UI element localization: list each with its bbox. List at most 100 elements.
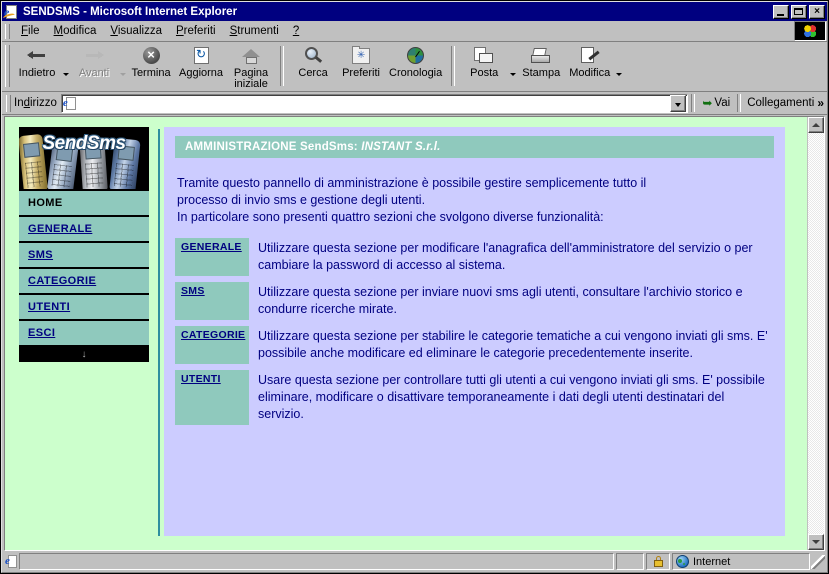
toolbar-button-print[interactable]: Stampa <box>517 43 565 79</box>
toolbar-button-refresh[interactable]: Aggiorna <box>175 43 227 79</box>
links-separator <box>737 94 742 112</box>
address-dropdown-button[interactable] <box>670 94 687 112</box>
browser-window: e SENDSMS - Microsoft Internet Explorer … <box>0 0 829 574</box>
address-bar-drag-grip[interactable] <box>6 94 11 112</box>
section-cell-generale[interactable]: GENERALE <box>175 238 249 276</box>
toolbar-separator <box>451 46 456 86</box>
address-combo[interactable]: e <box>60 93 689 113</box>
title-bar: e SENDSMS - Microsoft Internet Explorer … <box>2 2 827 21</box>
section-link-sms[interactable]: SMS <box>181 285 205 297</box>
section-cell-categorie[interactable]: CATEGORIE <box>175 326 249 364</box>
mail-icon <box>474 47 494 64</box>
history-clock-icon <box>407 47 425 64</box>
section-cell-sms[interactable]: SMS <box>175 282 249 320</box>
vertical-scrollbar[interactable] <box>807 117 824 550</box>
sidebar-item-generale[interactable]: GENERALE <box>19 217 149 243</box>
toolbar-button-favorites-label: Preferiti <box>342 67 380 79</box>
section-description-categorie: Utilizzare questa sezione per stabilire … <box>258 329 768 360</box>
toolbar-button-forward[interactable]: Avanti <box>70 43 118 79</box>
go-button-label: Vai <box>714 97 731 109</box>
address-separator <box>691 94 696 112</box>
address-bar: Indirizzo e ➥ Vai Collegamenti » <box>2 92 827 115</box>
toolbar-button-mail-label: Posta <box>470 67 499 79</box>
sidebar-item-esci-label: ESCI <box>28 327 56 339</box>
page-icon: e <box>63 96 79 111</box>
search-icon <box>304 47 322 65</box>
toolbar-button-search-label: Cerca <box>298 67 328 79</box>
edit-dropdown-arrow-icon[interactable] <box>614 72 623 76</box>
scroll-up-button[interactable] <box>808 117 824 133</box>
maximize-button[interactable] <box>791 4 807 19</box>
stop-icon <box>142 45 160 64</box>
table-row: CATEGORIE Utilizzare questa sezione per … <box>175 326 774 364</box>
section-link-generale[interactable]: GENERALE <box>181 241 242 253</box>
toolbar-button-stop-label: Termina <box>131 67 171 79</box>
toolbar-button-home[interactable]: Pagina iniziale <box>227 43 275 90</box>
sidebar-item-utenti[interactable]: UTENTI <box>19 295 149 321</box>
menu-item-strumenti[interactable]: Strumenti <box>223 23 286 39</box>
intro-line-1: Tramite questo pannello di amministrazio… <box>177 176 647 190</box>
section-link-categorie[interactable]: CATEGORIE <box>181 329 245 341</box>
menu-item-modifica[interactable]: Modifica <box>47 23 104 39</box>
forward-dropdown-arrow-icon[interactable] <box>118 72 127 76</box>
menu-drag-grip[interactable] <box>5 23 10 39</box>
menu-item-visualizza[interactable]: Visualizza <box>103 23 169 39</box>
page-title: AMMINISTRAZIONE SendSms: INSTANT S.r.l. <box>175 136 774 158</box>
ie-logo-animation[interactable] <box>794 21 826 41</box>
section-link-utenti[interactable]: UTENTI <box>181 373 221 385</box>
toolbar-button-mail[interactable]: Posta <box>460 43 508 79</box>
menu-item-help[interactable]: ? <box>286 23 306 39</box>
security-zone-panel[interactable]: Internet <box>672 553 810 570</box>
address-bar-label: Indirizzo <box>14 97 57 109</box>
toolbar-button-forward-label: Avanti <box>78 67 110 79</box>
section-cell-utenti[interactable]: UTENTI <box>175 370 249 425</box>
links-bar-button[interactable]: Collegamenti » <box>744 96 827 110</box>
section-description-sms: Utilizzare questa sezione per inviare nu… <box>258 285 743 316</box>
toolbar-button-edit-label: Modifica <box>569 67 611 79</box>
section-description-generale: Utilizzare questa sezione per modificare… <box>258 241 753 272</box>
sidebar-item-utenti-label: UTENTI <box>28 301 71 313</box>
scrollbar-track[interactable] <box>808 133 824 534</box>
go-button[interactable]: ➥ Vai <box>698 96 734 110</box>
status-page-icon: e <box>5 554 19 569</box>
page-title-prefix: AMMINISTRAZIONE SendSms: <box>185 141 362 153</box>
status-bar: e Internet <box>2 552 827 572</box>
sidebar-item-sms[interactable]: SMS <box>19 243 149 269</box>
menu-item-file[interactable]: File <box>14 23 47 39</box>
back-dropdown-arrow-icon[interactable] <box>61 72 70 76</box>
toolbar-button-history[interactable]: Cronologia <box>385 43 446 79</box>
mail-dropdown-arrow-icon[interactable] <box>508 72 517 76</box>
security-lock-panel <box>646 553 670 570</box>
panel-left-rule <box>158 129 160 536</box>
toolbar-button-history-label: Cronologia <box>389 67 443 79</box>
toolbar-button-back[interactable]: Indietro <box>13 43 61 79</box>
close-button[interactable]: × <box>809 4 825 19</box>
scroll-down-button[interactable] <box>808 534 824 550</box>
toolbar-button-back-label: Indietro <box>18 67 56 79</box>
toolbar-button-edit[interactable]: Modifica <box>565 43 614 79</box>
intro-line-3: In particolare sono presenti quattro sez… <box>177 210 604 224</box>
sidebar-item-home[interactable]: HOME <box>19 191 149 217</box>
logo-text: SendSms <box>42 133 126 154</box>
lock-icon <box>653 556 663 567</box>
sidebar-item-categorie[interactable]: CATEGORIE <box>19 269 149 295</box>
security-zone-label: Internet <box>693 555 731 568</box>
address-input[interactable] <box>80 95 671 111</box>
window-title: SENDSMS - Microsoft Internet Explorer <box>23 5 238 18</box>
toolbar-drag-grip[interactable] <box>5 45 10 87</box>
web-page: SendSms HOME GENERALE SMS CATEGORIE UTEN… <box>5 117 807 550</box>
table-row: SMS Utilizzare questa sezione per inviar… <box>175 282 774 320</box>
toolbar-button-stop[interactable]: Termina <box>127 43 175 79</box>
minimize-button[interactable] <box>773 4 789 19</box>
sidebar-footer-bar: ↓ <box>19 347 149 362</box>
sidebar-item-sms-label: SMS <box>28 249 54 261</box>
toolbar-button-search[interactable]: Cerca <box>289 43 337 79</box>
toolbar-button-print-label: Stampa <box>522 67 561 79</box>
sidebar-item-esci[interactable]: ESCI <box>19 321 149 347</box>
menu-item-preferiti[interactable]: Preferiti <box>169 23 223 39</box>
forward-arrow-icon <box>83 45 105 66</box>
site-sidebar: SendSms HOME GENERALE SMS CATEGORIE UTEN… <box>19 127 149 550</box>
resize-grip[interactable] <box>811 554 825 569</box>
toolbar-button-favorites[interactable]: Preferiti <box>337 43 385 79</box>
table-row: GENERALE Utilizzare questa sezione per m… <box>175 238 774 276</box>
